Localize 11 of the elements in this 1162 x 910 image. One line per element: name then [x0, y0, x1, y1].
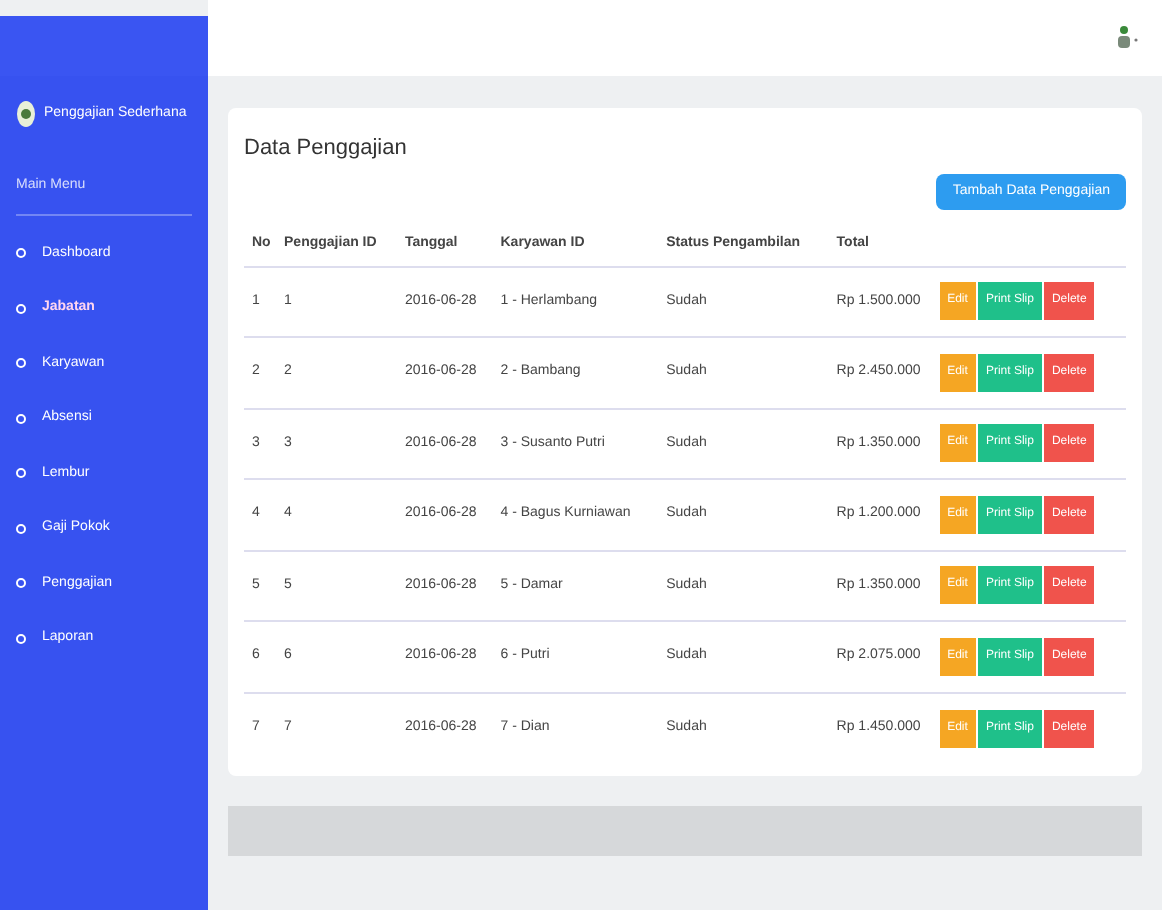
bullet-icon	[16, 578, 26, 589]
user-icon[interactable]	[1114, 22, 1138, 54]
bullet-icon	[16, 248, 26, 259]
bullet-icon	[16, 633, 26, 644]
logo-icon	[16, 100, 36, 128]
bullet-icon	[16, 303, 26, 314]
page-title: Data Penggajian	[244, 134, 409, 164]
bullet-icon	[16, 523, 26, 534]
bullet-icon	[16, 358, 26, 369]
bullet-icon	[16, 468, 26, 479]
bullet-icon	[16, 413, 26, 424]
